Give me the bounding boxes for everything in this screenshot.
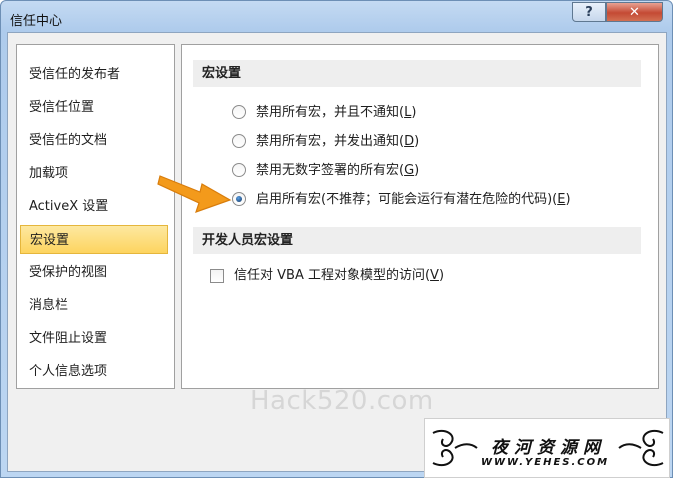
checkbox-label: 信任对 VBA 工程对象模型的访问(V): [234, 268, 445, 283]
help-icon: ?: [585, 4, 593, 20]
radio-button[interactable]: [232, 105, 246, 119]
radio-button[interactable]: [232, 134, 246, 148]
category-list: 受信任的发布者 受信任位置 受信任的文档 加载项 ActiveX 设置 宏设置 …: [16, 44, 175, 389]
close-icon: ✕: [629, 4, 640, 20]
checkbox[interactable]: [210, 269, 224, 283]
watermark-text: Hack520.com: [250, 386, 434, 416]
macro-settings-header: 宏设置: [193, 60, 641, 87]
radio-button[interactable]: [232, 163, 246, 177]
radio-button-selected[interactable]: [232, 192, 246, 206]
nav-item-message-bar[interactable]: 消息栏: [20, 291, 168, 320]
arrow-icon: [157, 175, 232, 213]
nav-item-trusted-publishers[interactable]: 受信任的发布者: [20, 60, 168, 89]
radio-label: 禁用无数字签署的所有宏(G): [256, 163, 420, 178]
help-button[interactable]: ?: [572, 2, 606, 22]
radio-label: 启用所有宏(不推荐；可能会运行有潜在危险的代码)(E): [256, 192, 571, 207]
window-title: 信任中心: [10, 14, 63, 29]
nav-item-macro-settings[interactable]: 宏设置: [20, 225, 168, 254]
settings-panel: 宏设置 禁用所有宏，并且不通知(L) 禁用所有宏，并发出通知(D) 禁用无数字签…: [181, 44, 659, 389]
nav-item-add-ins[interactable]: 加载项: [20, 159, 168, 188]
logo-title: 夜河资源网: [491, 438, 606, 458]
nav-item-activex-settings[interactable]: ActiveX 设置: [20, 192, 168, 221]
nav-item-file-block-settings[interactable]: 文件阻止设置: [20, 324, 168, 353]
developer-settings-header: 开发人员宏设置: [193, 227, 641, 254]
ornament-left-icon: [432, 429, 478, 467]
logo-url: WWW.YEHES.COM: [481, 457, 610, 468]
nav-item-protected-view[interactable]: 受保护的视图: [20, 258, 168, 287]
nav-item-trusted-locations[interactable]: 受信任位置: [20, 93, 168, 122]
site-logo: 夜河资源网 WWW.YEHES.COM: [424, 418, 670, 478]
radio-label: 禁用所有宏，并且不通知(L): [256, 105, 417, 120]
radio-label: 禁用所有宏，并发出通知(D): [256, 134, 420, 149]
nav-item-privacy-options[interactable]: 个人信息选项: [20, 357, 168, 386]
ornament-right-icon: [618, 429, 664, 467]
close-button[interactable]: ✕: [606, 2, 663, 22]
nav-item-trusted-documents[interactable]: 受信任的文档: [20, 126, 168, 155]
title-bar: 信任中心 ? ✕: [1, 1, 672, 33]
